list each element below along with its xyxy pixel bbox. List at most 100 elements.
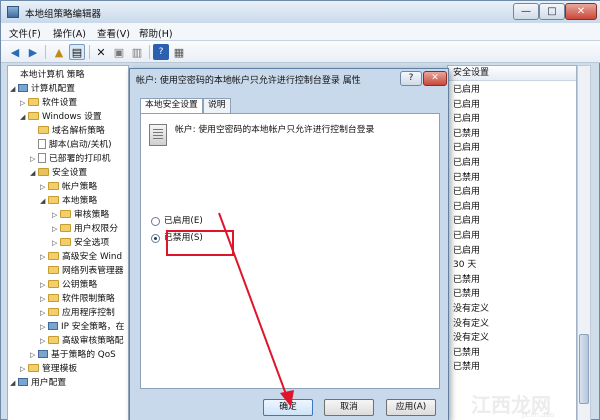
tree-item[interactable]: ◢ 计算机配置: [10, 82, 75, 96]
list-item[interactable]: 已禁用: [453, 127, 480, 141]
tree-item[interactable]: ▷ 应用程序控制: [40, 306, 115, 320]
list-item[interactable]: 已启用: [453, 244, 480, 258]
radio-enabled[interactable]: 已启用(E): [151, 214, 203, 228]
radio-button-checked-icon[interactable]: [151, 233, 160, 243]
tree-item[interactable]: ▷ 软件设置: [20, 96, 77, 110]
list-item[interactable]: 已启用: [453, 98, 480, 112]
toolbar-separator: [45, 45, 46, 59]
folder-icon: [60, 224, 71, 232]
policy-list[interactable]: 安全设置 已启用 已启用 已启用 已禁用 已启用 已启用 已禁用 已启用 已启用 已启用 已启用 已启…: [447, 65, 577, 420]
back-arrow-icon[interactable]: ◀: [7, 44, 23, 60]
tree-item[interactable]: 本地计算机 策略: [12, 68, 84, 82]
list-item[interactable]: 已启用: [453, 229, 480, 243]
tree-pane[interactable]: 本地计算机 策略 ◢ 计算机配置 ▷ 软件设置 ◢ Windows 设置 域名解析策略…: [7, 65, 129, 420]
list-item[interactable]: 已禁用: [453, 273, 480, 287]
tree-item[interactable]: ▷ 审核策略: [52, 208, 109, 222]
maximize-button[interactable]: □: [539, 3, 565, 20]
list-item[interactable]: 已禁用: [453, 346, 480, 360]
list-item[interactable]: 30 天: [453, 258, 476, 272]
list-item[interactable]: 已启用: [453, 83, 480, 97]
script-document-icon: [38, 139, 46, 149]
tab-explain[interactable]: 说明: [203, 98, 231, 113]
list-item[interactable]: 已启用: [453, 214, 480, 228]
tree-item[interactable]: ▷ 公钥策略: [40, 278, 97, 292]
qos-chart-icon: [38, 350, 48, 358]
dialog-body: 帐户: 使用空密码的本地帐户只允许进行控制台登录 已启用(E) 已禁用(S): [140, 113, 440, 389]
tree-item[interactable]: 网络列表管理器: [40, 264, 124, 278]
ok-button[interactable]: 确定: [263, 399, 313, 416]
folder-icon: [48, 294, 59, 302]
tree-item[interactable]: ◢ Windows 设置: [20, 110, 102, 124]
tree-item[interactable]: ◢ 用户配置: [10, 376, 66, 390]
list-item[interactable]: 已启用: [453, 156, 480, 170]
cancel-button[interactable]: 取消: [324, 399, 374, 416]
apply-button[interactable]: 应用(A): [386, 399, 436, 416]
folder-icon: [48, 280, 59, 288]
app-icon: [7, 6, 19, 18]
radio-button-unchecked-icon[interactable]: [151, 216, 160, 226]
folder-icon: [48, 252, 59, 260]
scrollbar-thumb[interactable]: [579, 334, 589, 404]
folder-icon: [48, 336, 59, 344]
help-icon[interactable]: ?: [153, 44, 169, 60]
policy-description: 帐户: 使用空密码的本地帐户只允许进行控制台登录: [175, 125, 375, 135]
printer-icon: [38, 153, 46, 163]
minimize-button[interactable]: —: [513, 3, 539, 20]
tree-item[interactable]: ▷ 高级审核策略配: [40, 334, 124, 348]
menu-action[interactable]: 操作(A): [53, 26, 86, 40]
dialog-close-button[interactable]: ✕: [423, 71, 447, 86]
toolbar: ◀ ▶ ▲ ▤ ✕ ▣ ▥ ? ▦: [1, 41, 600, 63]
tree-item[interactable]: ▷ 安全选项: [52, 236, 109, 250]
list-item[interactable]: 已禁用: [453, 171, 480, 185]
tree-item[interactable]: ▷ 高级安全 Wind: [40, 250, 122, 264]
forward-arrow-icon[interactable]: ▶: [25, 44, 41, 60]
tree-item[interactable]: ▷ IP 安全策略，在: [40, 320, 124, 334]
list-item[interactable]: 已启用: [453, 200, 480, 214]
tree-item[interactable]: 脚本(启动/关机): [30, 138, 112, 152]
computer-icon: [18, 84, 28, 92]
menu-file[interactable]: 文件(F): [9, 26, 41, 40]
tree-item[interactable]: ▷ 帐户策略: [40, 180, 97, 194]
menu-bar: 文件(F) 操作(A) 查看(V) 帮助(H): [1, 23, 600, 41]
list-item[interactable]: 已禁用: [453, 287, 480, 301]
list-item[interactable]: 没有定义: [453, 302, 489, 316]
export-list-icon[interactable]: ▥: [129, 44, 145, 60]
properties-icon[interactable]: ▣: [111, 44, 127, 60]
folder-icon: [48, 308, 59, 316]
list-item[interactable]: 已禁用: [453, 360, 480, 374]
annotation-highlight-box: [166, 230, 234, 256]
tree-item[interactable]: ▷ 基于策略的 QoS: [30, 348, 116, 362]
toolbar-separator: [89, 45, 90, 59]
up-folder-icon[interactable]: ▲: [51, 44, 67, 60]
tree-item[interactable]: ◢ 安全设置: [30, 166, 87, 180]
menu-view[interactable]: 查看(V): [97, 26, 130, 40]
list-item[interactable]: 已启用: [453, 141, 480, 155]
delete-icon[interactable]: ✕: [93, 44, 109, 60]
folder-icon: [48, 266, 59, 274]
vertical-scrollbar[interactable]: [577, 65, 591, 420]
dialog-title: 帐户: 使用空密码的本地帐户只允许进行控制台登录 属性: [136, 76, 361, 86]
list-item[interactable]: 已启用: [453, 185, 480, 199]
tree-item[interactable]: ▷ 软件限制策略: [40, 292, 115, 306]
list-item[interactable]: 没有定义: [453, 317, 489, 331]
show-tree-icon[interactable]: ▤: [69, 44, 85, 60]
dialog-help-button[interactable]: ?: [400, 71, 422, 86]
dialog-button-row: 确定 取消 应用(A): [130, 395, 450, 419]
view-icon[interactable]: ▦: [171, 44, 187, 60]
close-button[interactable]: ✕: [565, 3, 597, 20]
tree-item[interactable]: ▷ 已部署的打印机: [30, 152, 111, 166]
tree-item[interactable]: 域名解析策略: [30, 124, 105, 138]
tab-local-security-setting[interactable]: 本地安全设置: [140, 98, 203, 114]
folder-icon: [48, 196, 59, 204]
menu-help[interactable]: 帮助(H): [139, 26, 173, 40]
list-item[interactable]: 没有定义: [453, 331, 489, 345]
folder-icon: [60, 238, 71, 246]
tree-item[interactable]: ▷ 管理模板: [20, 362, 77, 376]
list-item[interactable]: 已启用: [453, 112, 480, 126]
tree-item[interactable]: ◢ 本地策略: [40, 194, 97, 208]
folder-icon: [48, 182, 59, 190]
column-header-security-setting[interactable]: 安全设置: [448, 66, 576, 81]
radio-enabled-label: 已启用(E): [164, 216, 203, 226]
security-folder-icon: [38, 168, 49, 176]
tree-item[interactable]: ▷ 用户权限分: [52, 222, 118, 236]
